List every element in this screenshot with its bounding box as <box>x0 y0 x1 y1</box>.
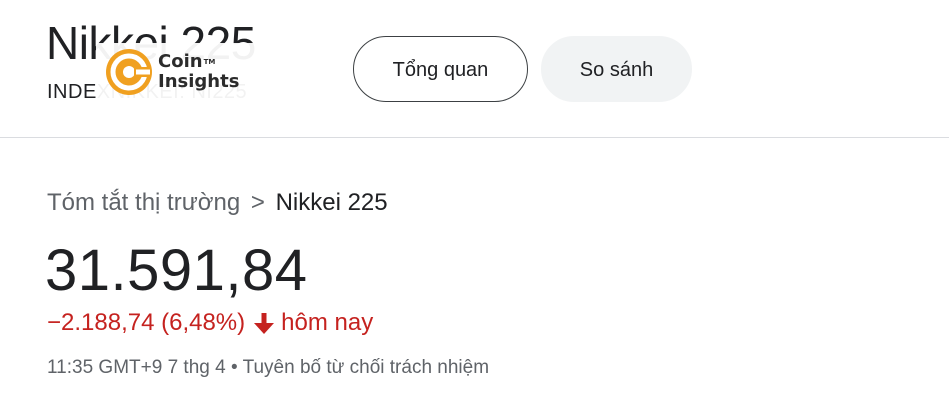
footer-bullet: • <box>230 357 238 378</box>
breadcrumb: Tóm tắt thị trường > Nikkei 225 <box>47 188 388 218</box>
price-change-value: −2.188,74 (6,48%) <box>47 309 246 336</box>
coin-logo-icon <box>106 49 152 95</box>
breadcrumb-market-summary-link[interactable]: Tóm tắt thị trường <box>47 189 240 216</box>
watermark-line-1: CoinTM <box>158 51 216 72</box>
tab-overview[interactable]: Tổng quan <box>353 36 528 102</box>
header: Nikkei 225 INDEXNIKKEI: NI225 CoinTM Ins… <box>0 0 949 138</box>
breadcrumb-separator: > <box>250 189 265 216</box>
market-summary-page: Nikkei 225 INDEXNIKKEI: NI225 CoinTM Ins… <box>0 0 949 400</box>
trademark-mark: TM <box>203 58 216 66</box>
price-change-period: hôm nay <box>281 309 374 336</box>
index-price: 31.591,84 <box>45 238 308 303</box>
watermark-line-2: Insights <box>158 71 240 92</box>
price-change: −2.188,74 (6,48%) hôm nay <box>47 308 373 338</box>
tab-compare[interactable]: So sánh <box>541 36 692 102</box>
arrow-down-icon <box>254 313 275 334</box>
disclaimer-link[interactable]: Tuyên bố từ chối trách nhiệm <box>243 357 489 378</box>
breadcrumb-current: Nikkei 225 <box>275 189 388 216</box>
quote-footer: 11:35 GMT+9 7 thg 4 • Tuyên bố từ chối t… <box>47 356 489 380</box>
quote-timestamp: 11:35 GMT+9 7 thg 4 <box>47 357 226 378</box>
watermark-text: CoinTM Insights <box>158 52 239 92</box>
watermark-logo: CoinTM Insights <box>96 43 294 101</box>
